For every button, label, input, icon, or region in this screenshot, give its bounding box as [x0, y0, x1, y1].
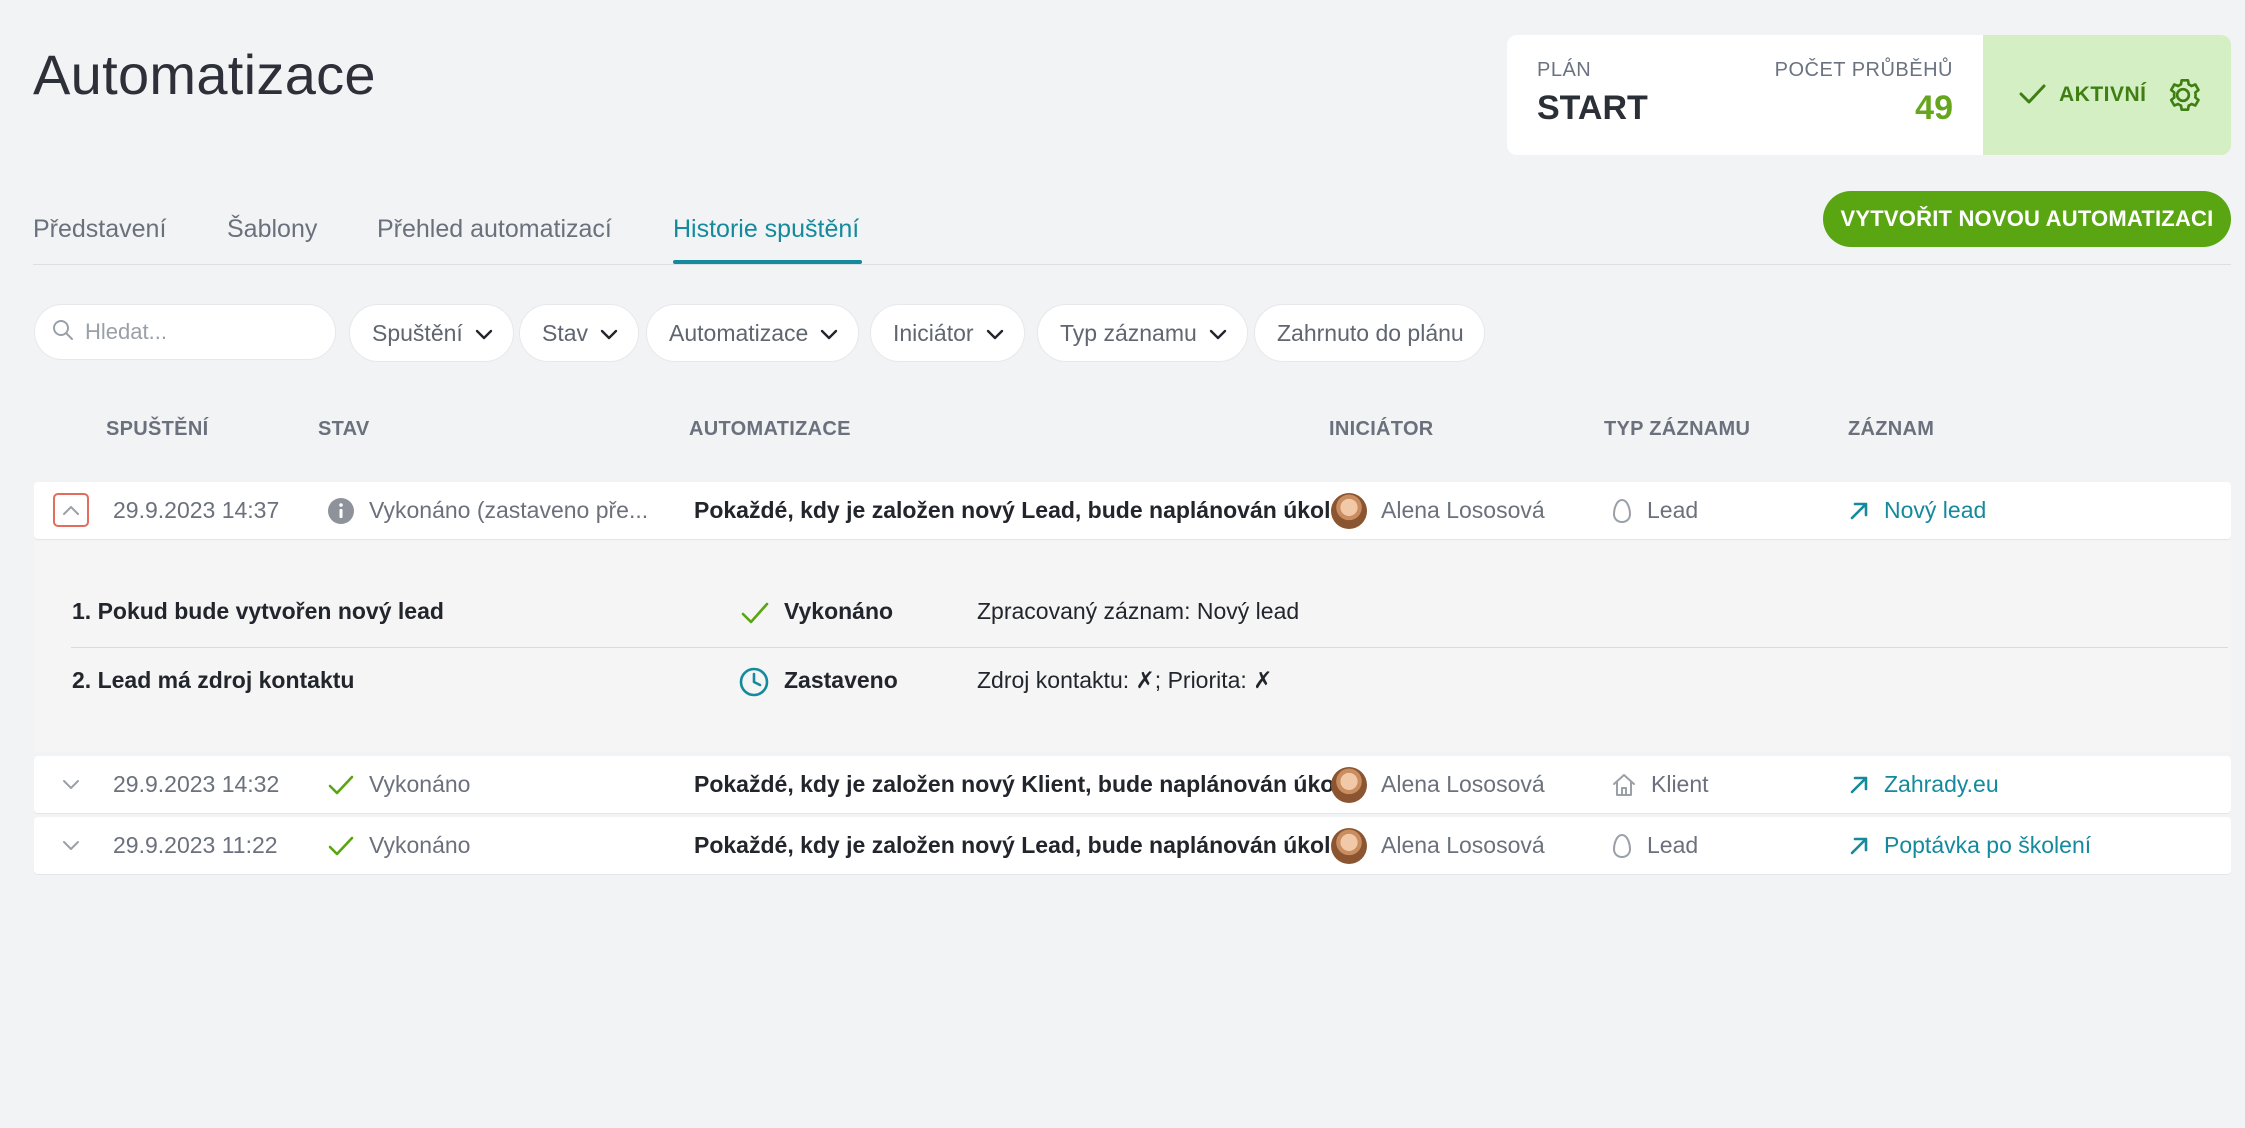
run-date: 29.9.2023 14:37 — [113, 497, 280, 523]
filter-label: Iniciátor — [893, 319, 974, 346]
create-automation-button[interactable]: VYTVOŘIT NOVOU AUTOMATIZACI — [1823, 191, 2231, 247]
plan-label: PLÁN — [1537, 59, 1592, 81]
record-type-label: Lead — [1647, 832, 1699, 858]
check-icon — [2017, 79, 2047, 114]
chevron-down-icon — [986, 320, 1004, 347]
tab-prehled-automatizaci[interactable]: Přehled automatizací — [377, 215, 612, 244]
chevron-down-icon — [1209, 320, 1227, 347]
check-icon — [327, 833, 355, 859]
step-name: 2. Lead má zdroj kontaktu — [72, 667, 355, 693]
chevron-down-icon — [63, 780, 79, 789]
tab-predstaveni[interactable]: Představení — [33, 215, 166, 244]
plan-card: PLÁN START POČET PRŮBĚHŮ 49 — [1507, 35, 1983, 155]
arrow-up-right-icon — [1848, 500, 1870, 522]
filter-typ-zaznamu[interactable]: Typ záznamu — [1037, 304, 1248, 362]
tab-sablony[interactable]: Šablony — [227, 215, 317, 244]
initiator-name: Alena Lososová — [1381, 832, 1545, 858]
column-header-status[interactable]: STAV — [318, 418, 370, 441]
chevron-down-icon — [600, 320, 618, 347]
column-header-run[interactable]: SPUŠTĚNÍ — [106, 418, 208, 441]
filter-label: Stav — [542, 319, 589, 346]
status-text: Vykonáno (zastaveno pře... — [369, 497, 649, 523]
search-input[interactable] — [85, 319, 325, 345]
expand-button[interactable] — [59, 773, 83, 797]
search-box — [34, 304, 336, 360]
record-type-label: Lead — [1647, 497, 1699, 523]
run-detail-panel: 1. Pokud bude vytvořen nový lead Vykonán… — [34, 541, 2231, 752]
home-icon — [1611, 772, 1637, 798]
active-status-label: AKTIVNÍ — [2059, 83, 2147, 106]
plan-value: START — [1537, 89, 1648, 127]
step-status: Vykonáno — [784, 598, 894, 624]
runs-count-label: POČET PRŮBĚHŮ — [1774, 59, 1953, 81]
chevron-down-icon — [63, 841, 79, 850]
filter-iniciator[interactable]: Iniciátor — [870, 304, 1025, 362]
tab-historie-spusteni[interactable]: Historie spuštění — [673, 215, 859, 244]
automation-name: Pokaždé, kdy je založen nový Klient, bud… — [694, 771, 1341, 797]
chevron-down-icon — [475, 320, 493, 347]
filter-automatizace[interactable]: Automatizace — [646, 304, 860, 362]
step-name: 1. Pokud bude vytvořen nový lead — [72, 598, 444, 624]
table-row[interactable]: 29.9.2023 14:32 Vykonáno Pokaždé, kdy je… — [34, 756, 2231, 813]
egg-icon — [1611, 832, 1633, 860]
run-date: 29.9.2023 14:32 — [113, 771, 280, 797]
gear-icon[interactable] — [2163, 75, 2203, 120]
arrow-up-right-icon — [1848, 774, 1870, 796]
initiator-name: Alena Lososová — [1381, 497, 1545, 523]
record-link[interactable]: Poptávka po školení — [1848, 817, 2091, 874]
record-link-label: Zahrady.eu — [1884, 771, 1999, 797]
clock-icon — [738, 666, 770, 703]
search-icon — [51, 318, 75, 347]
collapse-button[interactable] — [53, 493, 89, 527]
arrow-up-right-icon — [1848, 835, 1870, 857]
page-title: Automatizace — [33, 43, 376, 106]
avatar — [1331, 766, 1367, 803]
chevron-down-icon — [820, 320, 838, 347]
filter-stav[interactable]: Stav — [519, 304, 640, 362]
filter-label: Automatizace — [669, 319, 809, 346]
chevron-up-icon — [63, 506, 79, 515]
column-header-record[interactable]: ZÁZNAM — [1848, 418, 1934, 441]
step-status: Zastaveno — [784, 667, 898, 693]
record-link-label: Poptávka po školení — [1884, 832, 2092, 858]
automation-name: Pokaždé, kdy je založen nový Lead, bude … — [694, 832, 1331, 858]
expand-button[interactable] — [59, 834, 83, 858]
table-row[interactable]: 29.9.2023 11:22 Vykonáno Pokaždé, kdy je… — [34, 817, 2231, 874]
column-header-initiator[interactable]: INICIÁTOR — [1329, 418, 1434, 441]
info-icon — [327, 497, 355, 525]
record-link[interactable]: Zahrady.eu — [1848, 756, 1999, 813]
status-text: Vykonáno — [369, 771, 471, 797]
avatar — [1331, 492, 1367, 529]
check-icon — [740, 599, 770, 632]
active-status-box[interactable]: AKTIVNÍ — [1983, 35, 2231, 155]
avatar — [1331, 827, 1367, 864]
runs-count-value: 49 — [1915, 89, 1953, 127]
filter-spusteni[interactable]: Spuštění — [349, 304, 514, 362]
initiator-name: Alena Lososová — [1381, 771, 1545, 797]
tabs-divider — [33, 264, 2231, 265]
record-link[interactable]: Nový lead — [1848, 482, 1986, 539]
check-icon — [327, 772, 355, 798]
record-type-label: Klient — [1651, 771, 1709, 797]
egg-icon — [1611, 497, 1633, 525]
detail-divider — [71, 647, 2228, 648]
step-info: Zpracovaný záznam: Nový lead — [977, 598, 1300, 624]
record-link-label: Nový lead — [1884, 497, 1987, 523]
column-header-record-type[interactable]: TYP ZÁZNAMU — [1604, 418, 1750, 441]
automation-name: Pokaždé, kdy je založen nový Lead, bude … — [694, 497, 1331, 523]
run-date: 29.9.2023 11:22 — [113, 832, 278, 858]
filter-zahrnuto-do-planu[interactable]: Zahrnuto do plánu — [1254, 304, 1485, 362]
status-text: Vykonáno — [369, 832, 471, 858]
filter-label: Typ záznamu — [1060, 319, 1197, 346]
filter-label: Spuštění — [372, 319, 463, 346]
step-info: Zdroj kontaktu: ✗; Priorita: ✗ — [977, 667, 1273, 693]
column-header-automation[interactable]: AUTOMATIZACE — [689, 418, 851, 441]
filter-label: Zahrnuto do plánu — [1277, 319, 1464, 346]
table-row[interactable]: 29.9.2023 14:37 Vykonáno (zastaveno pře.… — [34, 482, 2231, 539]
